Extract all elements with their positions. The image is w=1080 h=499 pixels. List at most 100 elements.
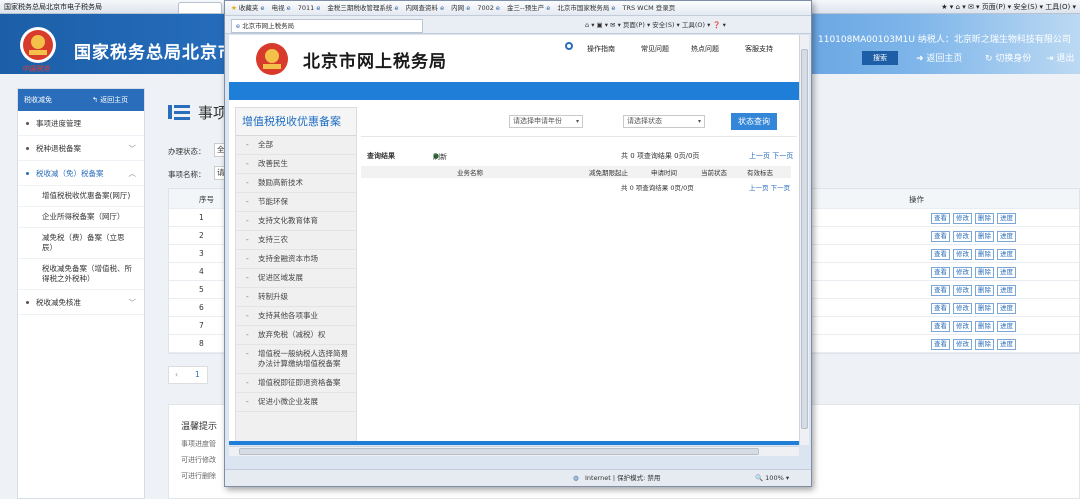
progress-button[interactable]: 进度 bbox=[997, 285, 1016, 296]
row-number: 6 bbox=[199, 303, 204, 312]
category-item[interactable]: 支持三农 bbox=[236, 231, 356, 250]
sidebar-item-refund[interactable]: 税种退税备案 ﹀ bbox=[18, 136, 144, 161]
progress-button[interactable]: 进度 bbox=[997, 339, 1016, 350]
view-button[interactable]: 查看 bbox=[931, 285, 950, 296]
vertical-scrollbar[interactable] bbox=[799, 35, 809, 445]
view-button[interactable]: 查看 bbox=[931, 267, 950, 278]
delete-button[interactable]: 删除 bbox=[975, 267, 994, 278]
chevron-down-icon: ﹀ bbox=[128, 298, 137, 307]
delete-button[interactable]: 删除 bbox=[975, 285, 994, 296]
progress-button[interactable]: 进度 bbox=[997, 303, 1016, 314]
edit-button[interactable]: 修改 bbox=[953, 213, 972, 224]
sidebar-subitem-other[interactable]: 税收减免备案（增值税、所得税之外税种） bbox=[18, 259, 144, 290]
category-item[interactable]: 改善民生 bbox=[236, 155, 356, 174]
progress-button[interactable]: 进度 bbox=[997, 267, 1016, 278]
category-item[interactable]: 支持其他各项事业 bbox=[236, 307, 356, 326]
category-item[interactable]: 促进区域发展 bbox=[236, 269, 356, 288]
tip-line: 可进行修改 bbox=[181, 456, 216, 464]
category-item[interactable]: 放弃免税（减税）权 bbox=[236, 326, 356, 345]
favorites-label[interactable]: 收藏夹 bbox=[239, 4, 259, 12]
favorite-link[interactable]: e 金三--预生产 bbox=[494, 4, 544, 12]
favorite-link[interactable]: e 电视 bbox=[260, 4, 284, 12]
category-item[interactable]: 鼓励高新技术 bbox=[236, 174, 356, 193]
favorite-link[interactable]: e TRS WCM 登录页 bbox=[609, 4, 675, 12]
status-select[interactable]: 请选择状态 ▾ bbox=[623, 115, 705, 128]
back-window-title: 国家税务总局北京市电子税务局 bbox=[4, 3, 102, 11]
search-button[interactable]: 搜索 bbox=[862, 51, 898, 65]
back-home-link[interactable]: ➜ 返回主页 bbox=[916, 51, 962, 64]
sidebar-item-approval[interactable]: 税收减免核准 ﹀ bbox=[18, 290, 144, 315]
category-item[interactable]: 促进小微企业发展 bbox=[236, 393, 356, 412]
delete-button[interactable]: 删除 bbox=[975, 249, 994, 260]
scroll-thumb[interactable] bbox=[239, 448, 759, 455]
progress-button[interactable]: 进度 bbox=[997, 321, 1016, 332]
edit-button[interactable]: 修改 bbox=[953, 249, 972, 260]
scroll-thumb[interactable] bbox=[801, 49, 808, 429]
view-button[interactable]: 查看 bbox=[931, 213, 950, 224]
category-item[interactable]: 节能环保 bbox=[236, 193, 356, 212]
edit-button[interactable]: 修改 bbox=[953, 285, 972, 296]
sidebar-subitem-fee[interactable]: 减免税（费）备案（立思辰） bbox=[18, 228, 144, 259]
view-button[interactable]: 查看 bbox=[931, 339, 950, 350]
category-item[interactable]: 支持金融资本市场 bbox=[236, 250, 356, 269]
edit-button[interactable]: 修改 bbox=[953, 267, 972, 278]
favorite-link[interactable]: e 内网查资料 bbox=[392, 4, 438, 12]
favorite-link[interactable]: e 7011 bbox=[285, 4, 315, 12]
sidebar-item-progress[interactable]: 事项进度管理 bbox=[18, 111, 144, 136]
sidebar-back-link[interactable]: ↰ 返回主页 bbox=[92, 89, 128, 111]
col-op: 操作 bbox=[909, 195, 924, 204]
nav-support[interactable]: 客服支持 bbox=[745, 44, 773, 54]
front-toolbar[interactable]: ⌂ ▾ ▣ ▾ ✉ ▾ 页面(P) ▾ 安全(S) ▾ 工具(O) ▾ ❓ ▾ bbox=[585, 19, 726, 29]
logout-link[interactable]: ⇥ 退出 bbox=[1046, 51, 1074, 64]
status-query-button[interactable]: 状态查询 bbox=[731, 113, 777, 130]
category-item[interactable]: 增值税一般纳税人选择简易办法计算缴纳增值税备案 bbox=[236, 345, 356, 374]
progress-button[interactable]: 进度 bbox=[997, 249, 1016, 260]
delete-button[interactable]: 删除 bbox=[975, 213, 994, 224]
col-valid: 有效标志 bbox=[747, 169, 773, 177]
category-item[interactable]: 增值税即征即退资格备案 bbox=[236, 374, 356, 393]
category-item[interactable]: 转制升级 bbox=[236, 288, 356, 307]
delete-button[interactable]: 删除 bbox=[975, 303, 994, 314]
progress-button[interactable]: 进度 bbox=[997, 231, 1016, 242]
page-icon: e bbox=[260, 4, 267, 12]
favorite-link[interactable]: e 内网 bbox=[438, 4, 464, 12]
sidebar-subitem-cit[interactable]: 企业所得税备案（网厅） bbox=[18, 207, 144, 228]
result-count: 共 0 项查询结果 0页/0页 bbox=[621, 152, 700, 160]
sidebar-subitem-vat[interactable]: 增值税税收优惠备案(网厅) bbox=[18, 186, 144, 207]
back-browser-toolbar[interactable]: ★ ▾ ⌂ ▾ ✉ ▾ 页面(P) ▾ 安全(S) ▾ 工具(O) ▾ bbox=[941, 2, 1076, 12]
edit-button[interactable]: 修改 bbox=[953, 339, 972, 350]
nav-hot[interactable]: 热点问题 bbox=[691, 44, 719, 54]
nav-guide[interactable]: 操作指南 bbox=[587, 44, 615, 54]
view-button[interactable]: 查看 bbox=[931, 303, 950, 314]
edit-button[interactable]: 修改 bbox=[953, 321, 972, 332]
zoom-level[interactable]: 🔍 100% ▾ bbox=[755, 470, 789, 486]
prev-next-links[interactable]: 上一页 下一页 bbox=[749, 151, 793, 161]
favorite-link[interactable]: e 北京市国家税务局 bbox=[544, 4, 609, 12]
horizontal-scrollbar[interactable] bbox=[229, 446, 799, 456]
prev-next-links[interactable]: 上一页 下一页 bbox=[749, 182, 790, 192]
sidebar-item-exemption[interactable]: 税收减（免）税备案 ︿ bbox=[18, 161, 144, 186]
taxpayer-info: 110108MA00103M1U 纳税人：北京昕之瑞生物科技有限公司 bbox=[818, 35, 1071, 45]
favorite-link[interactable]: e 7002 bbox=[464, 4, 494, 12]
switch-identity-link[interactable]: ↻ 切换身份 bbox=[985, 51, 1031, 64]
row-actions: 查看 修改 删除 进度 bbox=[931, 303, 1019, 314]
delete-button[interactable]: 删除 bbox=[975, 231, 994, 242]
view-button[interactable]: 查看 bbox=[931, 321, 950, 332]
pager-prev[interactable]: ‹ bbox=[175, 367, 178, 383]
category-item[interactable]: 支持文化教育体育 bbox=[236, 212, 356, 231]
delete-button[interactable]: 删除 bbox=[975, 339, 994, 350]
edit-button[interactable]: 修改 bbox=[953, 303, 972, 314]
nav-faq[interactable]: 常见问题 bbox=[641, 44, 669, 54]
front-tab[interactable]: e 北京市网上税务局 bbox=[231, 19, 423, 33]
year-select[interactable]: 请选择申请年份 ▾ bbox=[509, 115, 583, 128]
view-button[interactable]: 查看 bbox=[931, 249, 950, 260]
view-button[interactable]: 查看 bbox=[931, 231, 950, 242]
category-item[interactable]: 全部 bbox=[236, 136, 356, 155]
favorite-link[interactable]: e 金税三期税收管理系统 bbox=[314, 4, 392, 12]
edit-button[interactable]: 修改 bbox=[953, 231, 972, 242]
progress-button[interactable]: 进度 bbox=[997, 213, 1016, 224]
pager-page[interactable]: 1 bbox=[195, 367, 200, 383]
back-browser-tab[interactable] bbox=[178, 2, 222, 13]
row-number: 7 bbox=[199, 321, 204, 330]
delete-button[interactable]: 删除 bbox=[975, 321, 994, 332]
